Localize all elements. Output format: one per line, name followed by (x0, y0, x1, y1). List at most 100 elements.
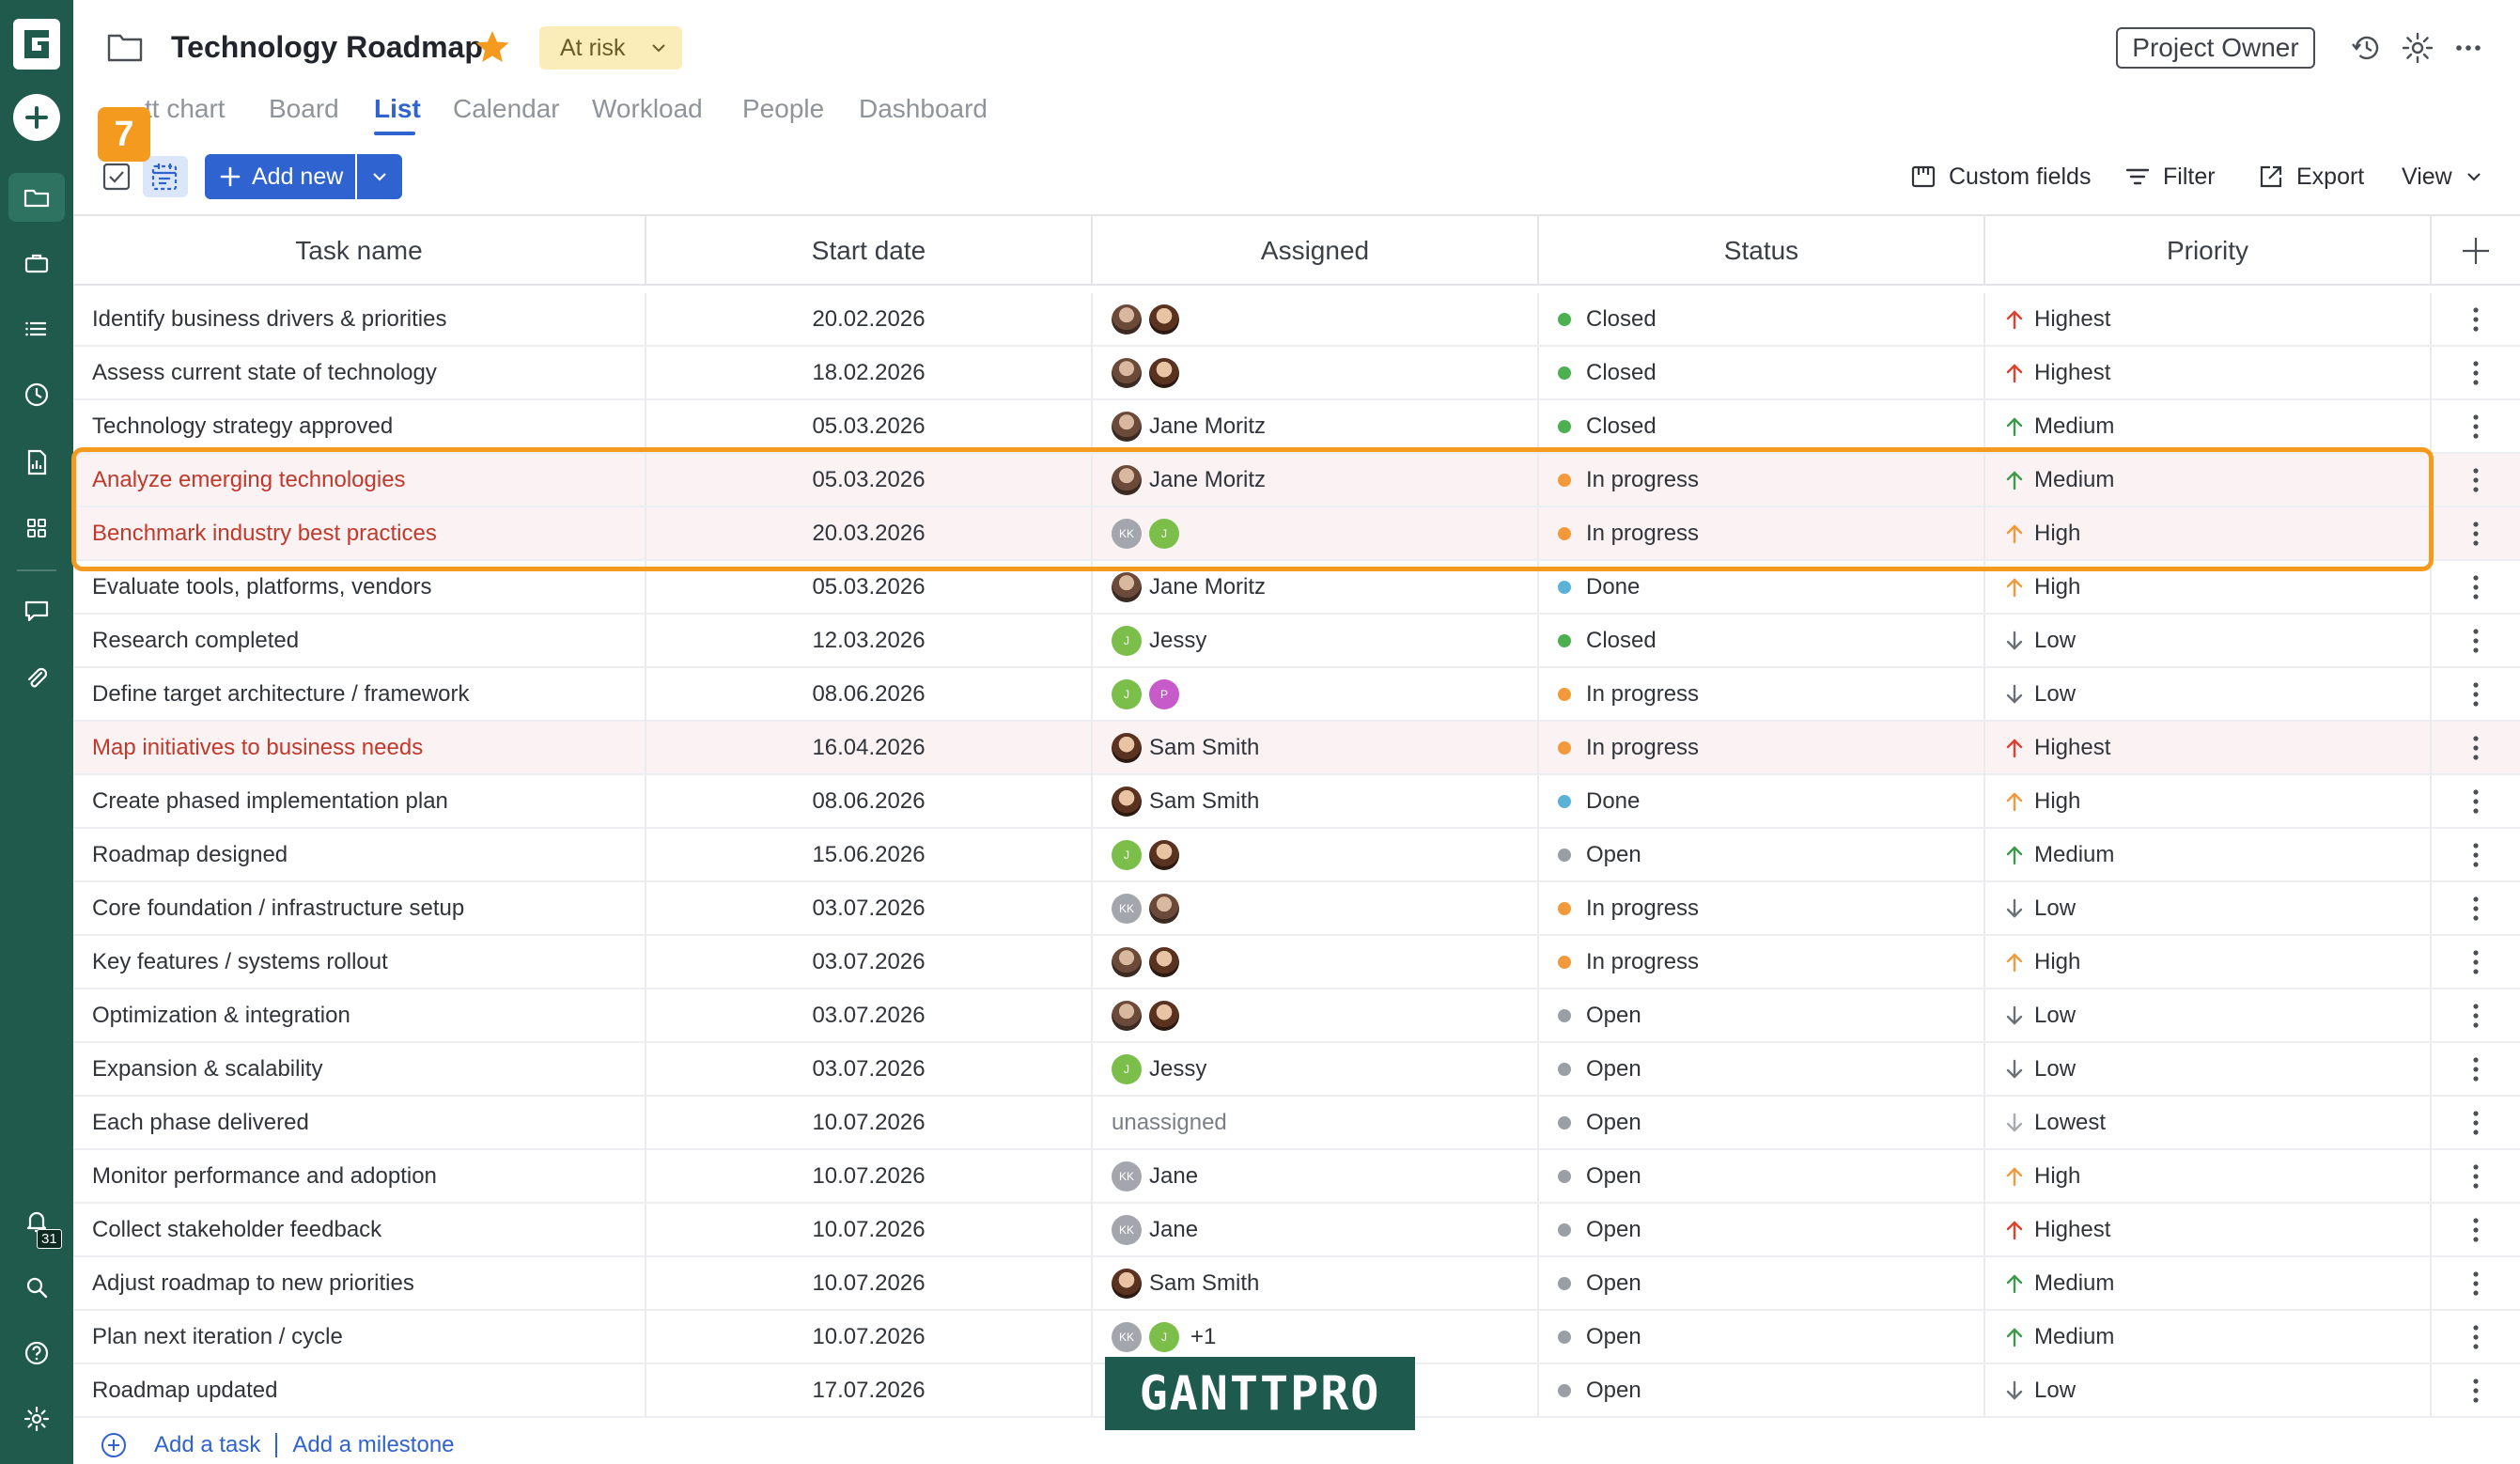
tab-workload[interactable]: Workload (592, 94, 703, 124)
row-menu-button[interactable] (2432, 989, 2520, 1042)
priority-cell[interactable]: Low (1985, 668, 2432, 721)
task-name-cell[interactable]: Identify business drivers & priorities (73, 293, 646, 346)
sidebar-apps[interactable] (8, 504, 65, 553)
start-date-cell[interactable]: 08.06.2026 (646, 775, 1093, 828)
row-menu-button[interactable] (2432, 400, 2520, 453)
row-menu-button[interactable] (2432, 1043, 2520, 1096)
status-cell[interactable]: In progress (1539, 882, 1985, 935)
assigned-cell[interactable] (1093, 347, 1539, 399)
star-icon[interactable] (474, 28, 511, 66)
table-row[interactable]: Research completed 12.03.2026 J Jessy Closed… (73, 615, 2520, 668)
status-cell[interactable]: Open (1539, 1097, 1985, 1149)
status-cell[interactable]: Done (1539, 561, 1985, 614)
status-cell[interactable]: In progress (1539, 936, 1985, 989)
row-menu-button[interactable] (2432, 722, 2520, 774)
assigned-cell[interactable]: KK J +1 (1093, 1311, 1539, 1363)
task-name-cell[interactable]: Collect stakeholder feedback (73, 1204, 646, 1256)
avatar[interactable]: J (1149, 1322, 1179, 1352)
table-row[interactable]: Evaluate tools, platforms, vendors 05.03.… (73, 561, 2520, 615)
priority-cell[interactable]: Medium (1985, 400, 2432, 453)
assigned-cell[interactable]: Jane Moritz (1093, 400, 1539, 453)
task-name-cell[interactable]: Roadmap updated (73, 1364, 646, 1417)
task-name-cell[interactable]: Plan next iteration / cycle (73, 1311, 646, 1363)
task-name-cell[interactable]: Benchmark industry best practices (73, 507, 646, 560)
column-header-task-name[interactable]: Task name (73, 216, 646, 286)
avatar[interactable] (1149, 358, 1179, 388)
avatar[interactable]: J (1112, 679, 1142, 709)
start-date-cell[interactable]: 03.07.2026 (646, 1043, 1093, 1096)
priority-cell[interactable]: High (1985, 775, 2432, 828)
status-cell[interactable]: Open (1539, 1204, 1985, 1256)
row-menu-button[interactable] (2432, 1097, 2520, 1149)
avatar[interactable]: J (1112, 840, 1142, 870)
avatar[interactable]: KK (1112, 1161, 1142, 1191)
sidebar-projects[interactable] (8, 173, 65, 222)
row-menu-button[interactable] (2432, 882, 2520, 935)
assigned-cell[interactable] (1093, 989, 1539, 1042)
avatar[interactable] (1112, 947, 1142, 977)
avatar[interactable] (1112, 733, 1142, 763)
status-cell[interactable]: Closed (1539, 615, 1985, 667)
avatar[interactable] (1112, 412, 1142, 442)
assigned-cell[interactable]: KK Jane (1093, 1150, 1539, 1203)
assigned-cell[interactable]: Jane Moritz (1093, 454, 1539, 506)
row-menu-button[interactable] (2432, 775, 2520, 828)
table-row[interactable]: Create phased implementation plan 08.06.2… (73, 775, 2520, 829)
sidebar-attachments[interactable] (8, 654, 65, 703)
assigned-cell[interactable]: J Jessy (1093, 615, 1539, 667)
add-task-link[interactable]: Add a task (154, 1432, 260, 1458)
calendar-toggle-button[interactable] (143, 156, 188, 197)
start-date-cell[interactable]: 10.07.2026 (646, 1204, 1093, 1256)
avatar[interactable] (1112, 358, 1142, 388)
start-date-cell[interactable]: 03.07.2026 (646, 989, 1093, 1042)
priority-cell[interactable]: Medium (1985, 1257, 2432, 1310)
task-name-cell[interactable]: Core foundation / infrastructure setup (73, 882, 646, 935)
project-status-dropdown[interactable]: At risk (539, 26, 682, 70)
avatar[interactable]: J (1149, 519, 1179, 549)
status-cell[interactable]: Closed (1539, 347, 1985, 399)
table-row[interactable]: Analyze emerging technologies 05.03.2026 J… (73, 454, 2520, 507)
avatar[interactable] (1149, 894, 1179, 924)
table-row[interactable]: Core foundation / infrastructure setup 03… (73, 882, 2520, 936)
row-menu-button[interactable] (2432, 561, 2520, 614)
status-cell[interactable]: Closed (1539, 293, 1985, 346)
table-row[interactable]: Technology strategy approved 05.03.2026 Ja… (73, 400, 2520, 454)
avatar[interactable]: KK (1112, 519, 1142, 549)
sidebar-comments[interactable] (8, 586, 65, 635)
priority-cell[interactable]: Lowest (1985, 1097, 2432, 1149)
avatar[interactable]: KK (1112, 1215, 1142, 1245)
status-cell[interactable]: Closed (1539, 400, 1985, 453)
assigned-cell[interactable]: KK (1093, 882, 1539, 935)
sidebar-time[interactable] (8, 370, 65, 419)
avatar[interactable]: J (1112, 626, 1142, 656)
sidebar-search[interactable] (8, 1263, 65, 1312)
add-new-dropdown[interactable] (357, 154, 402, 199)
row-menu-button[interactable] (2432, 1150, 2520, 1203)
task-name-cell[interactable]: Roadmap designed (73, 829, 646, 881)
custom-fields-button[interactable]: Custom fields (1909, 160, 2091, 194)
table-row[interactable]: Define target architecture / framework 08… (73, 668, 2520, 722)
column-header-assigned[interactable]: Assigned (1093, 216, 1539, 286)
row-menu-button[interactable] (2432, 507, 2520, 560)
avatar[interactable] (1149, 840, 1179, 870)
row-menu-button[interactable] (2432, 1257, 2520, 1310)
tab-board[interactable]: Board (269, 94, 339, 124)
row-menu-button[interactable] (2432, 668, 2520, 721)
filter-button[interactable]: Filter (2123, 160, 2216, 194)
assigned-cell[interactable]: unassigned (1093, 1097, 1539, 1149)
tab-list[interactable]: List (374, 94, 421, 124)
status-cell[interactable]: Open (1539, 829, 1985, 881)
task-name-cell[interactable]: Research completed (73, 615, 646, 667)
add-milestone-link[interactable]: Add a milestone (292, 1432, 454, 1458)
priority-cell[interactable]: High (1985, 561, 2432, 614)
sidebar-tasks[interactable] (8, 304, 65, 353)
avatar[interactable] (1149, 304, 1179, 335)
avatar[interactable] (1112, 1269, 1142, 1299)
tab-people[interactable]: People (742, 94, 824, 124)
status-cell[interactable]: In progress (1539, 454, 1985, 506)
add-new-button[interactable]: Add new (205, 154, 355, 199)
avatar[interactable] (1149, 1001, 1179, 1031)
sidebar-help[interactable] (8, 1329, 65, 1378)
sidebar-portfolio[interactable] (8, 239, 65, 288)
table-row[interactable]: Assess current state of technology 18.02.… (73, 347, 2520, 400)
